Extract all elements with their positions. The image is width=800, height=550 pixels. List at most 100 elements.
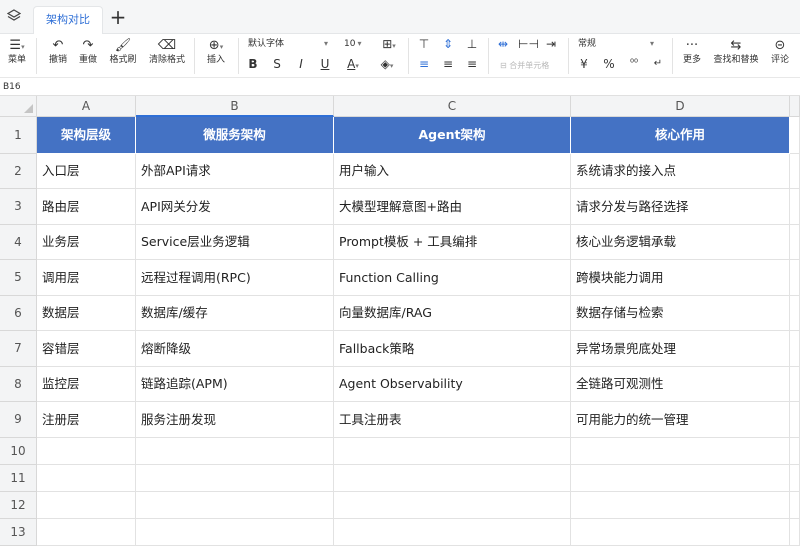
- table-cell[interactable]: [136, 519, 334, 546]
- column-width-icon[interactable]: ⊢⊣: [518, 36, 539, 52]
- table-cell[interactable]: [790, 189, 800, 225]
- table-cell[interactable]: [790, 465, 800, 492]
- font-family-select[interactable]: 默认字体 ▾: [248, 37, 328, 51]
- table-cell[interactable]: Prompt模板 + 工具编排: [334, 225, 571, 260]
- table-cell[interactable]: [790, 260, 800, 296]
- row-header-1[interactable]: 1: [0, 117, 37, 154]
- align-right-icon[interactable]: ≡: [464, 56, 480, 72]
- table-cell[interactable]: 工具注册表: [334, 402, 571, 438]
- cell-reference-box[interactable]: B16: [3, 80, 21, 94]
- table-cell[interactable]: [571, 492, 790, 519]
- table-cell[interactable]: [136, 465, 334, 492]
- align-middle-icon[interactable]: ⇕: [440, 36, 456, 52]
- align-bottom-icon[interactable]: ⊥: [464, 36, 480, 52]
- table-cell[interactable]: 业务层: [37, 225, 136, 260]
- table-cell[interactable]: 可用能力的统一管理: [571, 402, 790, 438]
- header-cell[interactable]: 核心作用: [571, 117, 790, 154]
- table-cell[interactable]: [790, 117, 800, 154]
- table-cell[interactable]: [790, 367, 800, 402]
- table-cell[interactable]: 用户输入: [334, 154, 571, 189]
- underline-button[interactable]: U: [318, 56, 332, 72]
- percent-button[interactable]: %: [602, 56, 616, 72]
- row-header-2[interactable]: 2: [0, 154, 37, 189]
- sheet-tab[interactable]: 架构对比: [33, 6, 103, 34]
- table-cell[interactable]: [571, 519, 790, 546]
- table-cell[interactable]: [790, 492, 800, 519]
- table-cell[interactable]: 注册层: [37, 402, 136, 438]
- table-cell[interactable]: [334, 492, 571, 519]
- merge-cells-button[interactable]: ⊟ 合并单元格: [500, 60, 549, 71]
- table-cell[interactable]: API网关分发: [136, 189, 334, 225]
- table-cell[interactable]: [790, 154, 800, 189]
- wrap-text-icon[interactable]: ⇹: [494, 36, 512, 52]
- table-cell[interactable]: 跨模块能力调用: [571, 260, 790, 296]
- number-format-select[interactable]: 常规 ▾: [578, 37, 662, 51]
- table-cell[interactable]: 入口层: [37, 154, 136, 189]
- table-cell[interactable]: 路由层: [37, 189, 136, 225]
- table-cell[interactable]: 熔断降级: [136, 331, 334, 367]
- table-cell[interactable]: Service层业务逻辑: [136, 225, 334, 260]
- table-cell[interactable]: [790, 331, 800, 367]
- table-cell[interactable]: Fallback策略: [334, 331, 571, 367]
- table-cell[interactable]: 全链路可观测性: [571, 367, 790, 402]
- table-cell[interactable]: 异常场景兜底处理: [571, 331, 790, 367]
- table-cell[interactable]: [571, 438, 790, 465]
- table-cell[interactable]: [790, 296, 800, 331]
- more-button[interactable]: ··· 更多: [680, 38, 704, 66]
- row-header-5[interactable]: 5: [0, 260, 37, 296]
- italic-button[interactable]: I: [294, 56, 308, 72]
- row-header-3[interactable]: 3: [0, 189, 37, 225]
- table-cell[interactable]: [37, 465, 136, 492]
- table-cell[interactable]: Agent Observability: [334, 367, 571, 402]
- header-cell[interactable]: 微服务架构: [136, 117, 334, 154]
- select-all-corner[interactable]: [0, 96, 37, 117]
- table-cell[interactable]: [790, 225, 800, 260]
- increase-decimal-icon[interactable]: ⁰⁰: [626, 56, 642, 72]
- row-header-12[interactable]: 12: [0, 492, 37, 519]
- table-cell[interactable]: 数据库/缓存: [136, 296, 334, 331]
- table-cell[interactable]: [334, 465, 571, 492]
- table-cell[interactable]: 数据层: [37, 296, 136, 331]
- table-cell[interactable]: [37, 519, 136, 546]
- table-cell[interactable]: 核心业务逻辑承载: [571, 225, 790, 260]
- table-cell[interactable]: [334, 438, 571, 465]
- column-header-a[interactable]: A: [37, 96, 136, 117]
- table-cell[interactable]: [136, 438, 334, 465]
- align-top-icon[interactable]: ⊤: [416, 36, 432, 52]
- table-cell[interactable]: [37, 438, 136, 465]
- comment-button[interactable]: ⊝ 评论: [766, 38, 794, 66]
- table-cell[interactable]: [790, 402, 800, 438]
- table-cell[interactable]: 链路追踪(APM): [136, 367, 334, 402]
- column-header-b[interactable]: B: [136, 96, 334, 117]
- row-header-6[interactable]: 6: [0, 296, 37, 331]
- table-cell[interactable]: [37, 492, 136, 519]
- align-center-icon[interactable]: ≡: [440, 56, 456, 72]
- table-cell[interactable]: 监控层: [37, 367, 136, 402]
- decrease-decimal-icon[interactable]: ↵: [650, 56, 666, 72]
- table-cell[interactable]: 调用层: [37, 260, 136, 296]
- header-cell[interactable]: 架构层级: [37, 117, 136, 154]
- borders-button[interactable]: ⊞▾: [376, 36, 402, 54]
- currency-button[interactable]: ¥: [578, 56, 590, 72]
- table-cell[interactable]: [136, 492, 334, 519]
- table-cell[interactable]: 数据存储与检索: [571, 296, 790, 331]
- row-header-7[interactable]: 7: [0, 331, 37, 367]
- align-left-icon[interactable]: ≡: [416, 56, 432, 72]
- text-overflow-icon[interactable]: ⇥: [542, 36, 560, 52]
- redo-button[interactable]: ↷ 重做: [74, 38, 102, 66]
- bold-button[interactable]: B: [246, 56, 260, 72]
- table-cell[interactable]: [790, 519, 800, 546]
- table-cell[interactable]: [571, 465, 790, 492]
- clear-format-button[interactable]: ⌫ 清除格式: [146, 38, 188, 66]
- row-header-8[interactable]: 8: [0, 367, 37, 402]
- menu-button[interactable]: ☰▾ 菜单: [3, 38, 31, 66]
- layers-icon[interactable]: [6, 9, 22, 25]
- table-cell[interactable]: 大模型理解意图+路由: [334, 189, 571, 225]
- row-header-4[interactable]: 4: [0, 225, 37, 260]
- table-cell[interactable]: 向量数据库/RAG: [334, 296, 571, 331]
- table-cell[interactable]: 外部API请求: [136, 154, 334, 189]
- table-cell[interactable]: 容错层: [37, 331, 136, 367]
- find-replace-button[interactable]: ⇆ 查找和替换: [710, 38, 762, 66]
- add-sheet-button[interactable]: +: [108, 5, 128, 29]
- table-cell[interactable]: 系统请求的接入点: [571, 154, 790, 189]
